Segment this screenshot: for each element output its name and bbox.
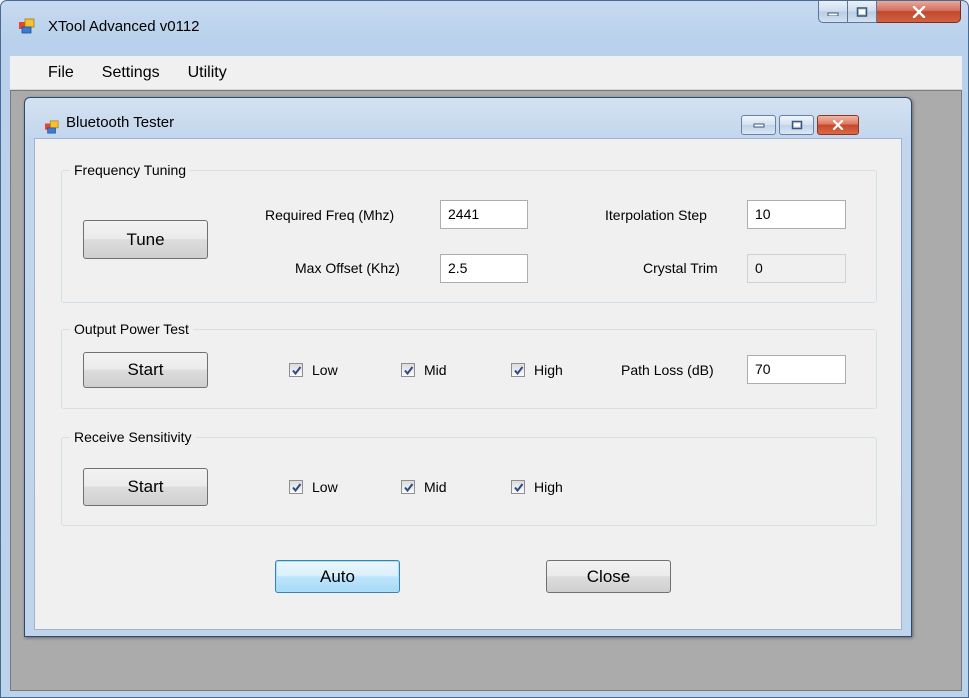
child-window-icon [45,119,59,134]
child-window-title: Bluetooth Tester [66,114,175,131]
receive-high-label: High [534,479,563,495]
menu-settings[interactable]: Settings [102,64,174,82]
output-power-high-label: High [534,362,563,378]
receive-low-label: Low [312,479,338,495]
max-offset-field[interactable]: 2.5 [440,254,528,283]
output-power-low-checkbox[interactable]: Low [289,362,338,378]
receive-sensitivity-group: Receive Sensitivity Start Low Mid High [61,428,877,526]
receive-sensitivity-start-button[interactable]: Start [83,468,208,506]
checkbox-checked-icon [289,480,303,494]
receive-mid-checkbox[interactable]: Mid [401,479,447,495]
close-icon [912,5,925,18]
output-power-mid-checkbox[interactable]: Mid [401,362,447,378]
minimize-button[interactable] [818,1,848,23]
output-power-start-button[interactable]: Start [83,352,208,388]
path-loss-field[interactable]: 70 [747,355,846,384]
checkbox-checked-icon [401,480,415,494]
output-power-high-checkbox[interactable]: High [511,362,563,378]
child-maximize-button[interactable] [779,115,814,135]
receive-mid-label: Mid [424,479,447,495]
maximize-button[interactable] [848,1,877,23]
output-power-test-caption: Output Power Test [70,320,193,338]
output-power-mid-label: Mid [424,362,447,378]
minimize-icon [827,12,839,16]
app-icon [19,18,35,34]
frequency-tuning-group: Frequency Tuning Tune Required Freq (Mhz… [61,161,877,303]
app-caption-buttons [818,1,963,23]
receive-sensitivity-caption: Receive Sensitivity [70,428,196,446]
receive-high-checkbox[interactable]: High [511,479,563,495]
crystal-trim-field: 0 [747,254,846,283]
app-title: XTool Advanced v0112 [48,18,200,35]
crystal-trim-label: Crystal Trim [643,260,718,276]
menu-utility[interactable]: Utility [188,64,241,82]
maximize-icon [791,120,802,130]
required-freq-label: Required Freq (Mhz) [265,207,395,223]
child-minimize-button[interactable] [741,115,776,135]
required-freq-field[interactable]: 2441 [440,200,528,229]
output-power-low-label: Low [312,362,338,378]
minimize-icon [753,123,764,128]
app-titlebar[interactable]: XTool Advanced v0112 [1,1,968,51]
bluetooth-tester-window: Bluetooth Tester Frequency Tuning Tune R… [24,97,912,637]
output-power-test-group: Output Power Test Start Low Mid High Pat… [61,320,877,409]
checkbox-checked-icon [511,480,525,494]
interpolation-step-label: Iterpolation Step [605,207,707,223]
receive-low-checkbox[interactable]: Low [289,479,338,495]
maximize-icon [856,6,868,17]
close-button[interactable]: Close [546,560,671,593]
max-offset-label: Max Offset (Khz) [295,260,400,276]
child-close-button[interactable] [817,115,859,135]
close-icon [832,120,844,130]
auto-button[interactable]: Auto [275,560,400,593]
checkbox-checked-icon [289,363,303,377]
close-window-button[interactable] [877,1,961,23]
menu-file[interactable]: File [48,64,88,82]
tune-button[interactable]: Tune [83,220,208,259]
child-client-area: Frequency Tuning Tune Required Freq (Mhz… [34,138,902,630]
interpolation-step-field[interactable]: 10 [747,200,846,229]
child-caption-buttons [741,115,859,135]
path-loss-label: Path Loss (dB) [621,362,714,378]
frequency-tuning-caption: Frequency Tuning [70,161,191,179]
menu-bar: File Settings Utility [10,56,962,90]
checkbox-checked-icon [511,363,525,377]
checkbox-checked-icon [401,363,415,377]
